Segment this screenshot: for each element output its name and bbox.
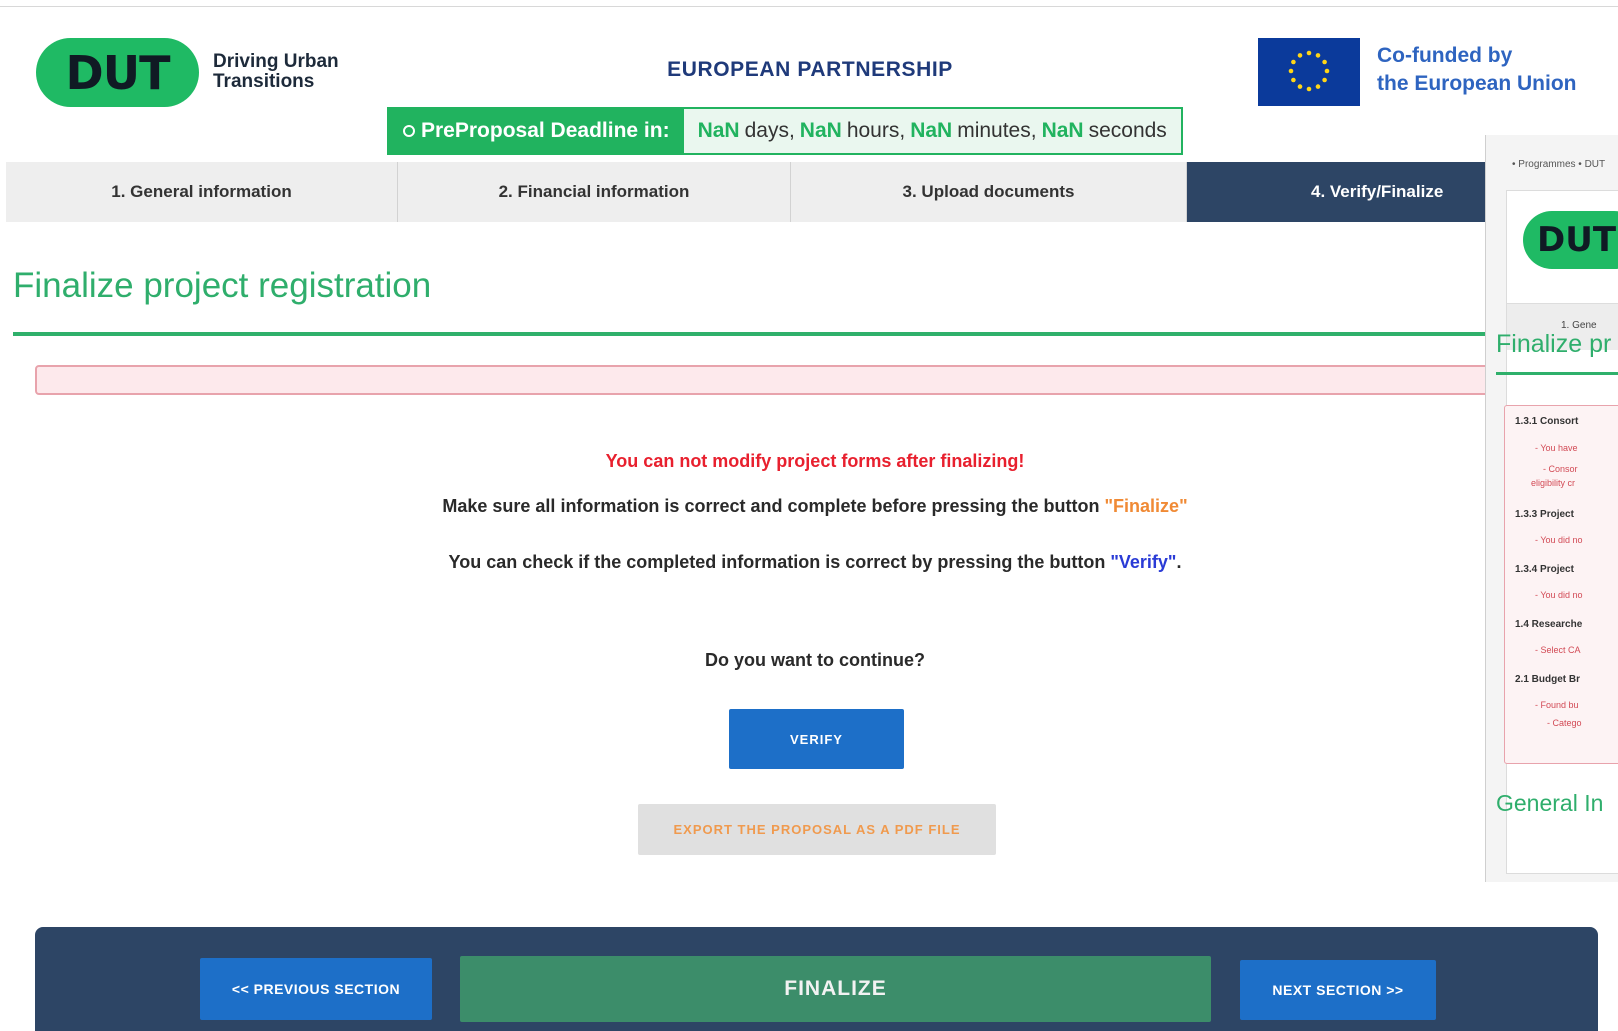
dut-logo[interactable]: DUT xyxy=(36,38,199,107)
inset-title-divider xyxy=(1496,372,1618,375)
deadline-countdown: PreProposal Deadline in: NaN days, NaN h… xyxy=(387,107,1183,155)
continue-question: Do you want to continue? xyxy=(705,650,925,670)
deadline-value-box: NaN days, NaN hours, NaN minutes, NaN se… xyxy=(683,109,1181,153)
inset-error-detail: - Select CA xyxy=(1535,645,1581,655)
minutes-unit: minutes, xyxy=(957,119,1037,142)
inset-error-detail: - Catego xyxy=(1547,718,1582,728)
inset-screenshot: • Programmes • DUT DUT 1. Gene Finalize … xyxy=(1485,135,1618,882)
verify-button[interactable]: VERIFY xyxy=(729,709,904,769)
top-divider xyxy=(0,6,1618,7)
inset-logo-mark: DUT xyxy=(1537,220,1617,260)
tab-general-information[interactable]: 1. General information xyxy=(6,162,398,222)
warning-message: You can not modify project forms after f… xyxy=(605,451,1025,471)
eu-text-line2: the European Union xyxy=(1377,72,1577,95)
inset-error-list: 1.3.1 Consort - You have - Consor eligib… xyxy=(1504,405,1618,764)
page-title: Finalize project registration xyxy=(13,266,432,305)
seconds-unit: seconds xyxy=(1088,119,1167,142)
title-divider xyxy=(13,332,1493,336)
inset-error-detail: - Found bu xyxy=(1535,700,1579,710)
finalize-button[interactable]: FINALIZE xyxy=(460,956,1211,1022)
hours-value: NaN xyxy=(799,119,842,142)
inset-error-detail: - You did no xyxy=(1535,535,1583,545)
eu-flag-icon xyxy=(1258,38,1360,106)
finalize-quote: "Finalize" xyxy=(1104,496,1188,516)
finalize-instruction-text: Make sure all information is correct and… xyxy=(442,496,1105,516)
inset-error-heading: 1.3.4 Project xyxy=(1515,564,1574,575)
logo-tagline-line1: Driving Urban xyxy=(213,51,339,72)
clock-icon xyxy=(403,125,415,137)
inset-error-heading: 2.1 Budget Br xyxy=(1515,674,1581,685)
inset-general-heading: General In xyxy=(1496,790,1604,816)
inset-error-heading: 1.4 Researche xyxy=(1515,619,1583,630)
inset-dut-logo: DUT xyxy=(1523,211,1618,269)
days-unit: days, xyxy=(744,119,795,142)
inset-error-heading: 1.3.1 Consort xyxy=(1515,416,1579,427)
seconds-value: NaN xyxy=(1041,119,1084,142)
inset-error-detail: eligibility cr xyxy=(1531,478,1576,488)
inset-title: Finalize pr xyxy=(1496,330,1612,358)
inset-breadcrumb: • Programmes • DUT xyxy=(1512,159,1606,170)
deadline-label-box: PreProposal Deadline in: xyxy=(389,109,684,153)
next-section-button[interactable]: NEXT SECTION >> xyxy=(1240,960,1436,1020)
tab-upload-documents[interactable]: 3. Upload documents xyxy=(791,162,1187,222)
export-pdf-button[interactable]: EXPORT THE PROPOSAL AS A PDF FILE xyxy=(638,804,996,855)
verify-instruction-end: . xyxy=(1176,552,1182,572)
hours-unit: hours, xyxy=(846,119,906,142)
logo-tagline: Driving Urban Transitions xyxy=(213,52,373,92)
verify-quote: "Verify" xyxy=(1110,552,1177,572)
eu-text-line1: Co-funded by xyxy=(1377,44,1513,67)
finalize-instruction: Make sure all information is correct and… xyxy=(0,496,1618,517)
inset-error-heading: 1.3.3 Project xyxy=(1515,509,1574,520)
tab-verify-finalize[interactable]: 4. Verify/Finalize xyxy=(1187,162,1492,222)
error-alert-box xyxy=(35,365,1493,395)
eu-cofunded-text: Co-funded by the European Union xyxy=(1377,42,1617,98)
days-value: NaN xyxy=(697,119,740,142)
partnership-heading: EUROPEAN PARTNERSHIP xyxy=(667,58,953,81)
section-tabs: 1. General information 2. Financial info… xyxy=(6,162,1492,222)
minutes-value: NaN xyxy=(910,119,953,142)
inset-error-detail: - Consor xyxy=(1543,464,1578,474)
previous-section-button[interactable]: << PREVIOUS SECTION xyxy=(200,958,432,1020)
tab-financial-information[interactable]: 2. Financial information xyxy=(398,162,791,222)
verify-instruction-text: You can check if the completed informati… xyxy=(448,552,1111,572)
deadline-label: PreProposal Deadline in: xyxy=(421,119,670,142)
logo-tagline-line2: Transitions xyxy=(213,71,315,92)
dut-logo-mark: DUT xyxy=(65,45,171,100)
verify-instruction: You can check if the completed informati… xyxy=(0,552,1618,573)
inset-error-detail: - You did no xyxy=(1535,590,1583,600)
inset-error-detail: - You have xyxy=(1535,443,1578,453)
